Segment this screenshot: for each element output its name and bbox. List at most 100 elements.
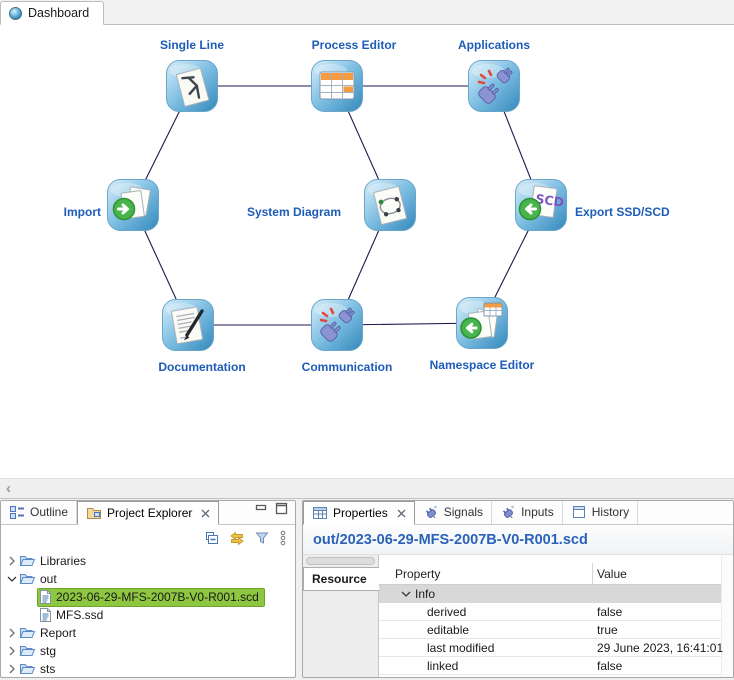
- tree-item-content: sts: [18, 661, 60, 678]
- dashboard-connections: [0, 25, 734, 478]
- side-tab-resource[interactable]: Resource: [303, 567, 379, 591]
- chevron-expanded-icon[interactable]: [5, 575, 18, 583]
- dashboard-label-documentation: Documentation: [158, 360, 245, 374]
- tab-properties[interactable]: Properties: [303, 501, 415, 525]
- folder-icon: [19, 571, 36, 587]
- scroll-left-icon[interactable]: ‹: [6, 481, 11, 496]
- tab-label: Signals: [444, 505, 483, 519]
- editor-tab-label: Dashboard: [28, 6, 89, 20]
- dashboard-icon: [9, 7, 22, 20]
- editor-tabbar: Dashboard: [0, 0, 734, 25]
- dashboard-label-import: Import: [64, 205, 101, 219]
- tree-item-label: Libraries: [40, 554, 86, 568]
- dashboard-tile-system-diagram[interactable]: [364, 179, 416, 231]
- view-window-buttons: [255, 502, 295, 524]
- project-explorer-icon: [86, 505, 102, 521]
- folder-icon: [19, 643, 36, 659]
- explorer-toolbar: [1, 525, 295, 551]
- property-value: false: [592, 605, 721, 619]
- applications-icon: [468, 99, 520, 116]
- tree-item-libraries[interactable]: Libraries: [1, 552, 295, 570]
- tree-item-content: Report: [18, 625, 81, 642]
- project-explorer-view: Outline Project Explorer: [0, 500, 296, 678]
- tree-item-out[interactable]: out: [1, 570, 295, 588]
- property-row-last-modified[interactable]: last modified29 June 2023, 16:41:01: [379, 639, 721, 657]
- dashboard-tile-documentation[interactable]: [162, 299, 214, 351]
- collapse-all-icon[interactable]: [204, 530, 220, 546]
- close-icon[interactable]: [201, 509, 210, 518]
- bottom-panels: Outline Project Explorer: [0, 498, 734, 678]
- maximize-icon[interactable]: [275, 502, 289, 520]
- tab-signals[interactable]: Signals: [415, 500, 492, 524]
- tab-project-explorer[interactable]: Project Explorer: [77, 501, 219, 525]
- folder-icon: [19, 661, 36, 677]
- tab-label: Properties: [333, 506, 388, 520]
- editor-hscrollbar[interactable]: ‹: [0, 478, 734, 498]
- dashboard-label-namespace-editor: Namespace Editor: [430, 358, 535, 372]
- properties-table: Property Value Infoderivedfalseeditablet…: [379, 555, 721, 677]
- tree-item-label: sts: [40, 662, 55, 676]
- dashboard-label-system-diagram: System Diagram: [247, 205, 341, 219]
- tree-item-stg[interactable]: stg: [1, 642, 295, 660]
- column-header-value: Value: [592, 567, 721, 581]
- chevron-collapsed-icon[interactable]: [5, 664, 18, 674]
- tree-item-mfs-ssd[interactable]: MFS.ssd: [1, 606, 295, 624]
- tab-dashboard[interactable]: Dashboard: [0, 1, 104, 25]
- column-divider[interactable]: [592, 563, 593, 584]
- side-tab-scroll-stub[interactable]: [306, 557, 375, 565]
- tree-item-content: out: [18, 571, 62, 588]
- close-icon[interactable]: [397, 509, 406, 518]
- tree-item-content: Libraries: [18, 553, 91, 570]
- tree-item-report[interactable]: Report: [1, 624, 295, 642]
- chevron-collapsed-icon[interactable]: [5, 628, 18, 638]
- communication-icon: [311, 338, 363, 355]
- folder-icon: [19, 625, 36, 641]
- tree-item-content: stg: [18, 643, 61, 660]
- property-row-editable[interactable]: editabletrue: [379, 621, 721, 639]
- import-icon: [107, 218, 159, 235]
- namespace-editor-icon: [456, 336, 508, 353]
- chevron-collapsed-icon[interactable]: [5, 556, 18, 566]
- link-with-editor-icon[interactable]: [229, 530, 245, 546]
- dashboard-tile-communication[interactable]: [311, 299, 363, 351]
- property-name: derived: [379, 605, 592, 619]
- history-icon: [571, 504, 587, 520]
- file-icon: [39, 607, 52, 623]
- filter-icon[interactable]: [254, 530, 270, 546]
- chevron-expanded-icon[interactable]: [401, 590, 415, 598]
- properties-body: Resource Property Value Infoderivedfalse…: [303, 555, 733, 677]
- dashboard-tile-namespace-editor[interactable]: [456, 297, 508, 349]
- property-group-row[interactable]: Info: [379, 585, 721, 603]
- tree-item-sts[interactable]: sts: [1, 660, 295, 677]
- chevron-collapsed-icon[interactable]: [5, 646, 18, 656]
- tab-outline[interactable]: Outline: [1, 500, 77, 524]
- property-value: false: [592, 659, 721, 673]
- dashboard-tile-process-editor[interactable]: [311, 60, 363, 112]
- dashboard-canvas: Single Line Process Editor Applications …: [0, 25, 734, 478]
- dashboard-label-single-line: Single Line: [160, 38, 224, 52]
- dashboard-tile-applications[interactable]: [468, 60, 520, 112]
- property-name: last modified: [379, 641, 592, 655]
- dashboard-tile-export-ssd-scd[interactable]: SCD: [515, 179, 567, 231]
- tab-history[interactable]: History: [563, 500, 638, 524]
- property-name: linked: [379, 659, 592, 673]
- dashboard-tile-single-line[interactable]: [166, 60, 218, 112]
- view-menu-icon[interactable]: [279, 530, 287, 546]
- property-row-linked[interactable]: linkedfalse: [379, 657, 721, 675]
- property-name: editable: [379, 623, 592, 637]
- property-row-derived[interactable]: derivedfalse: [379, 603, 721, 621]
- folder-icon: [19, 553, 36, 569]
- minimize-icon[interactable]: [255, 502, 269, 520]
- properties-rows: Infoderivedfalseeditabletruelast modifie…: [379, 585, 721, 675]
- dashboard-label-process-editor: Process Editor: [312, 38, 397, 52]
- dashboard-tile-import[interactable]: [107, 179, 159, 231]
- properties-icon: [312, 505, 328, 521]
- properties-vscrollbar[interactable]: [721, 555, 733, 677]
- system-diagram-icon: [364, 218, 416, 235]
- tree-item-2023-06-29-mfs-2007b-v0-r001-scd[interactable]: 2023-06-29-MFS-2007B-V0-R001.scd: [1, 588, 295, 606]
- explorer-tabbar: Outline Project Explorer: [1, 501, 295, 525]
- tree-item-label: 2023-06-29-MFS-2007B-V0-R001.scd: [56, 590, 259, 604]
- tree-item-label: stg: [40, 644, 56, 658]
- tab-inputs[interactable]: Inputs: [492, 500, 563, 524]
- single-line-icon: [166, 99, 218, 116]
